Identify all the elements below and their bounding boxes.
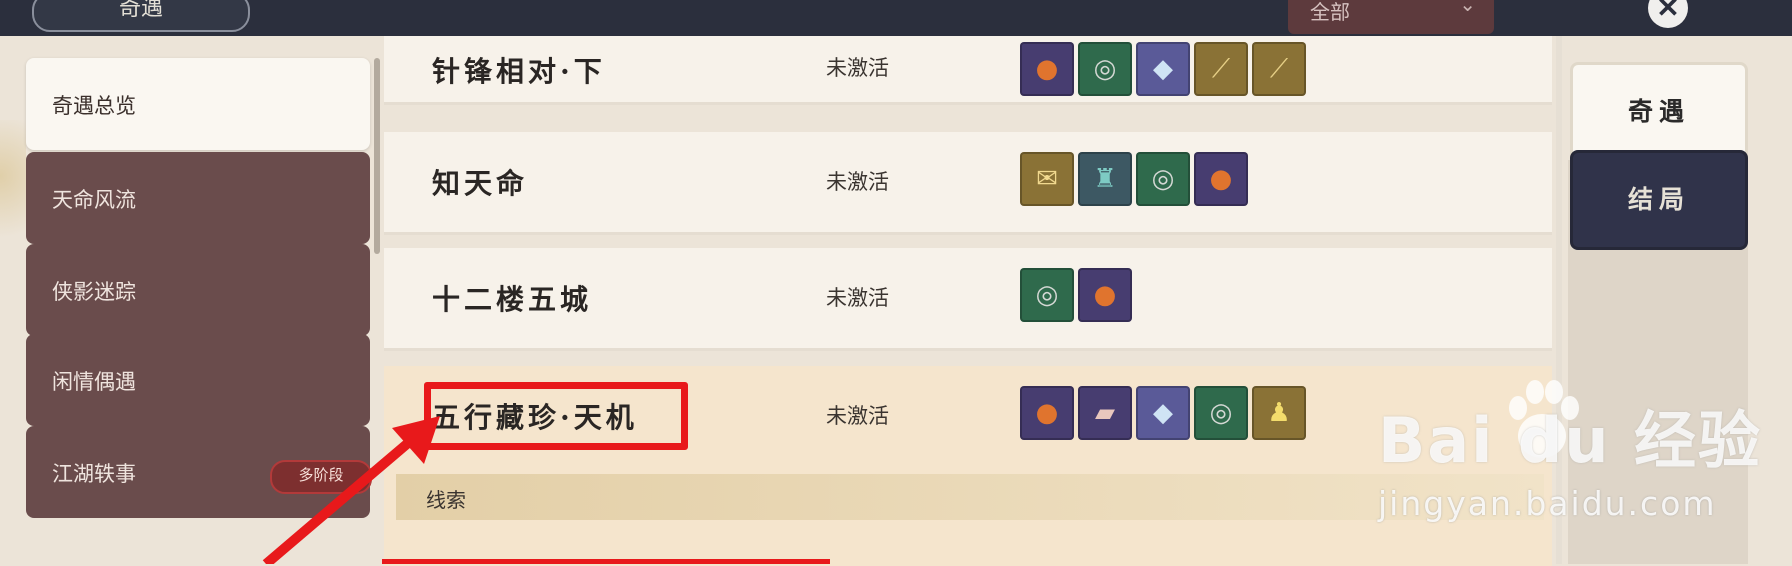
baidu-watermark-logo: Bai du 经验 bbox=[1378, 404, 1763, 477]
annotation-underline bbox=[382, 559, 830, 564]
baidu-watermark-url: jingyan.baidu.com bbox=[1378, 484, 1717, 523]
